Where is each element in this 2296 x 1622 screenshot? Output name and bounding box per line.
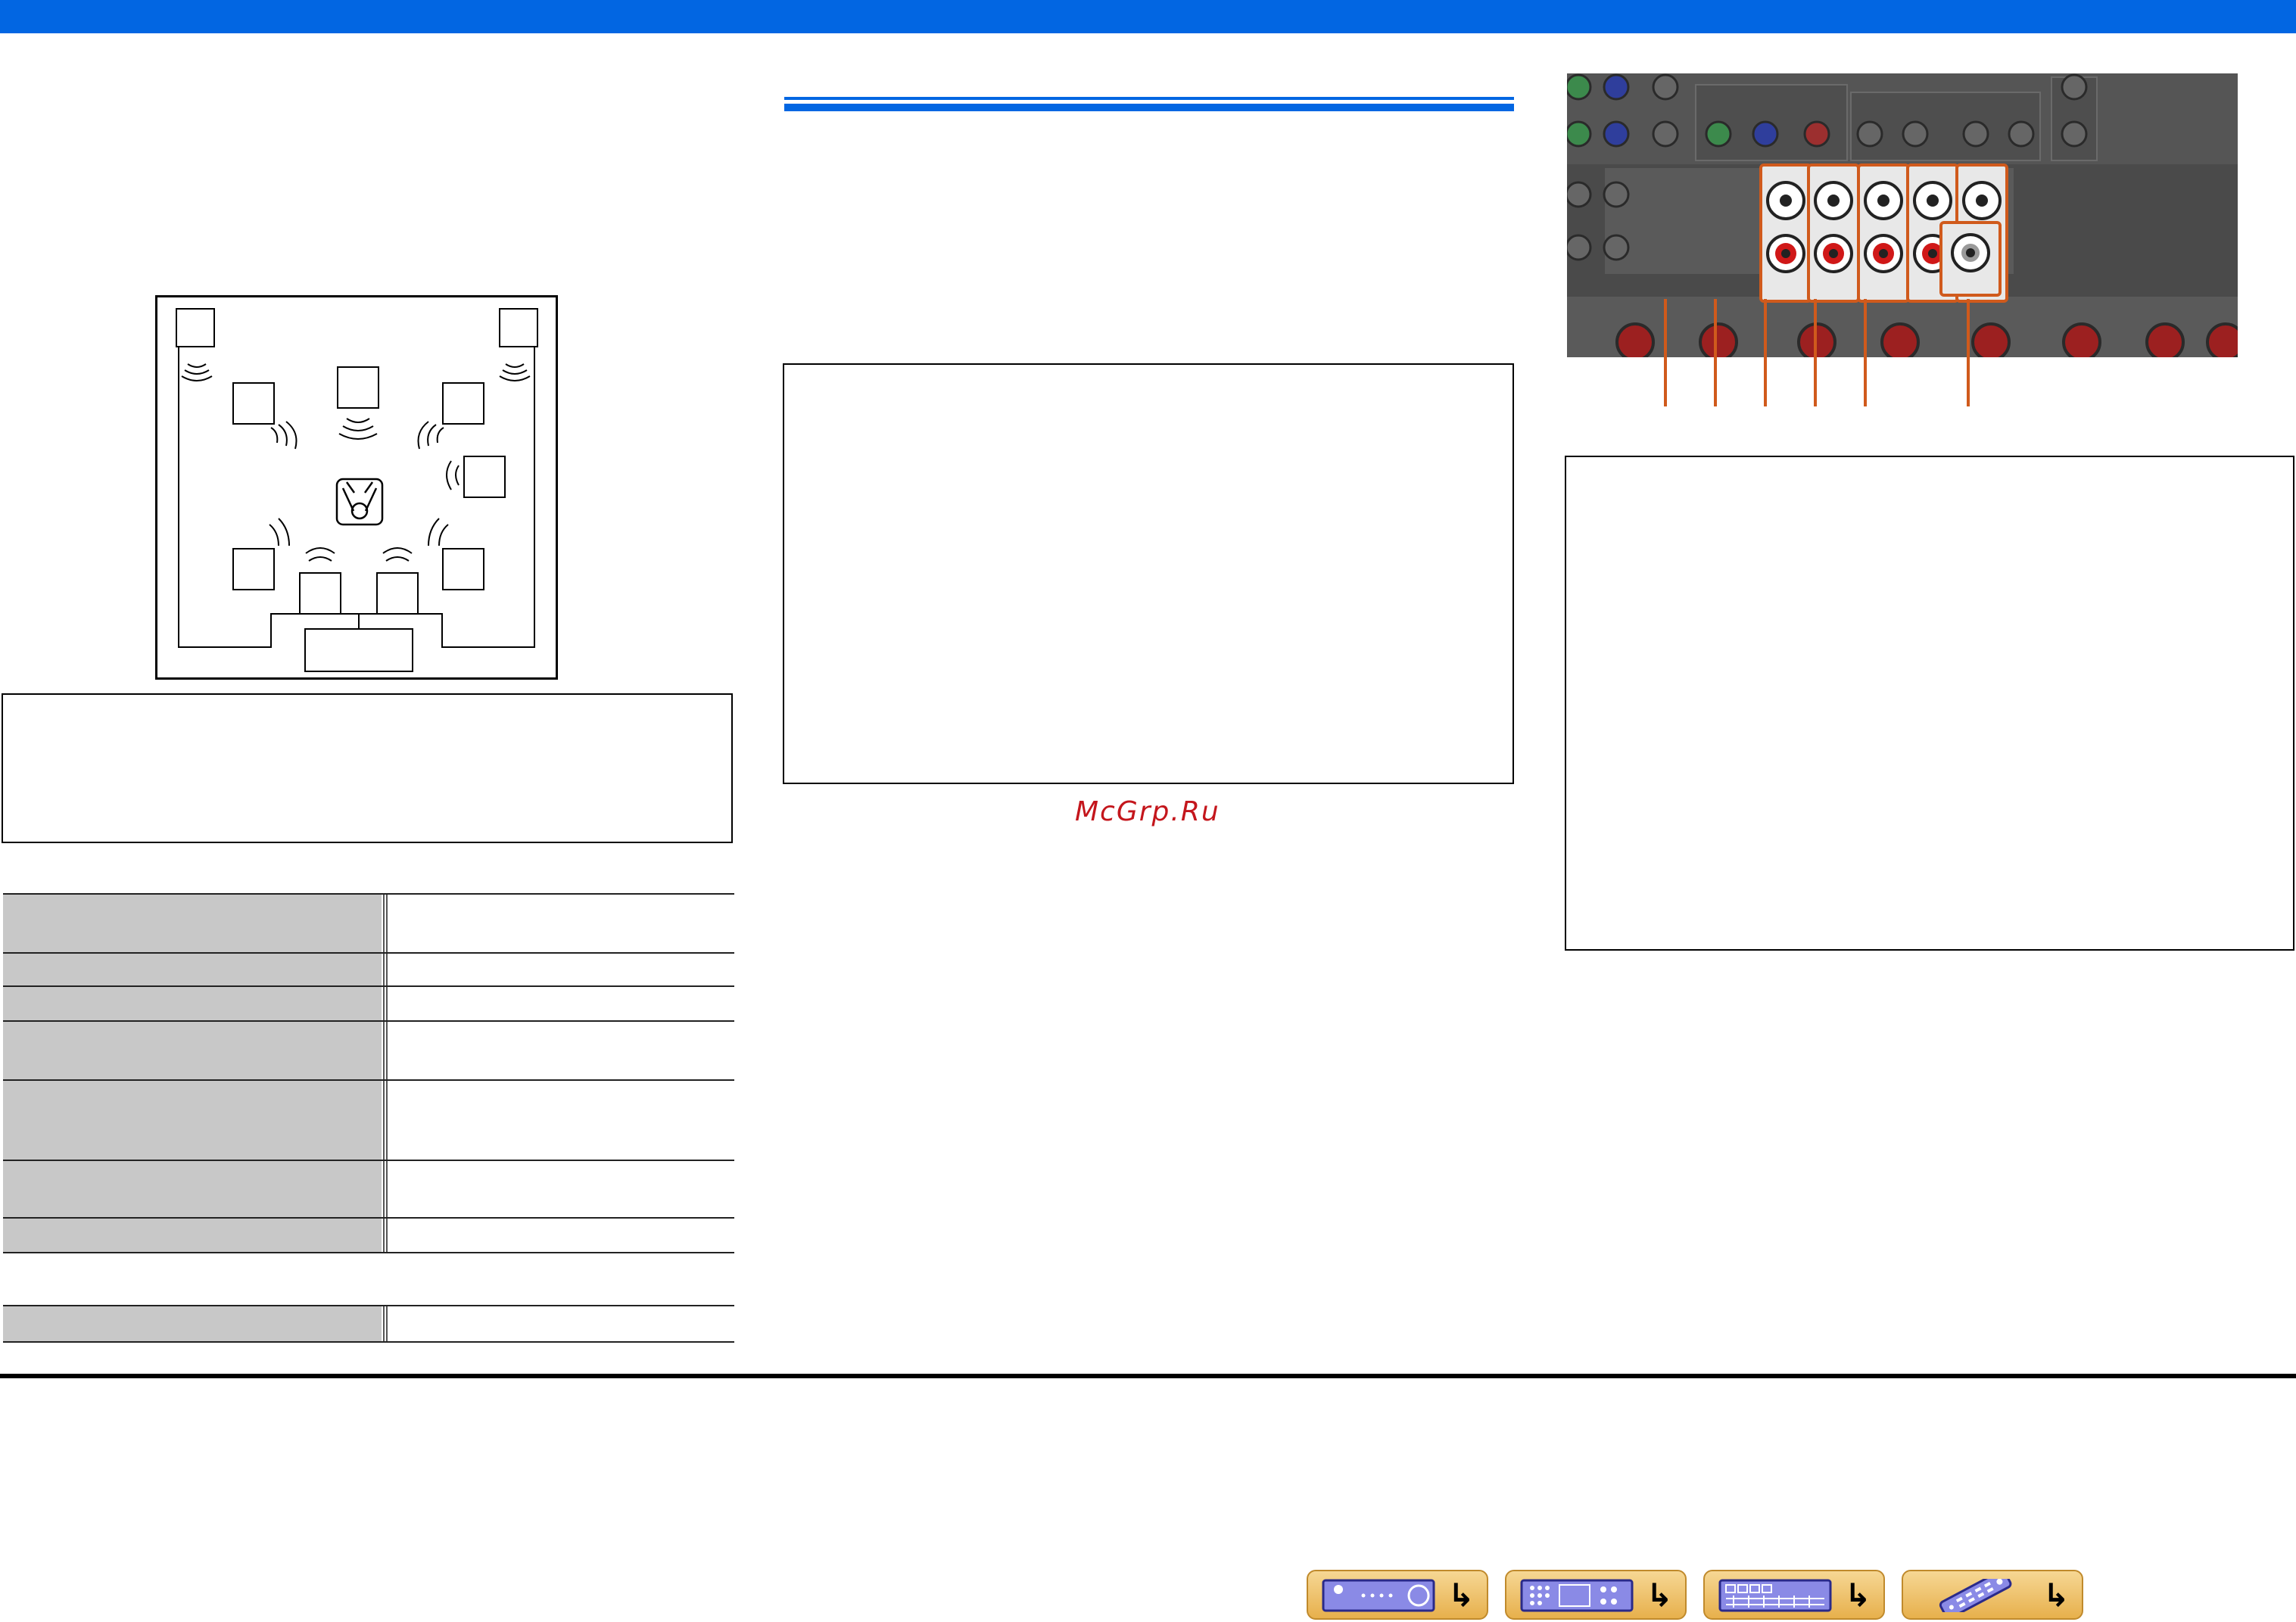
footer-rule <box>0 1374 2296 1378</box>
subwoofer-jack-callout <box>1939 221 2002 297</box>
table-row <box>3 987 734 1020</box>
note-box-right <box>1565 456 2294 951</box>
remote-nav-button[interactable]: ↳ <box>1902 1570 2083 1620</box>
receiver-front-icon <box>1322 1579 1435 1612</box>
speaker-surround-back-right <box>376 572 419 615</box>
header-bar <box>0 0 2296 33</box>
remote-control-icon <box>1939 1579 2012 1612</box>
speaker-surround-right-back <box>442 548 484 590</box>
speaker-front-left <box>232 382 275 425</box>
note-box-left <box>2 693 733 843</box>
display-nav-button[interactable]: ↳ <box>1703 1570 1885 1620</box>
speaker-center <box>337 366 379 409</box>
callout-leader-lines <box>1664 299 1970 406</box>
speaker-front-right <box>442 382 484 425</box>
speaker-surround-right <box>463 456 506 498</box>
watermark-text: McGrp.Ru <box>1075 796 1220 827</box>
speaker-layout-svg <box>176 308 538 672</box>
receiver-rear-icon <box>1520 1579 1634 1612</box>
table-row <box>3 1306 734 1341</box>
speaker-front-presence-left <box>176 308 215 347</box>
nav-arrow-icon: ↳ <box>2042 1577 2070 1614</box>
rear-panel-nav-button[interactable]: ↳ <box>1505 1570 1687 1620</box>
nav-arrow-icon: ↳ <box>1844 1577 1871 1614</box>
table-bottom-rule <box>3 1252 734 1253</box>
speaker-layout-diagram <box>155 295 558 680</box>
table-row <box>3 1161 734 1217</box>
table-row <box>3 954 734 985</box>
table-row <box>3 1081 734 1160</box>
table-row <box>3 1219 734 1252</box>
front-panel-nav-button[interactable]: ↳ <box>1307 1570 1488 1620</box>
nav-arrow-icon: ↳ <box>1447 1577 1475 1614</box>
note-box-middle <box>783 363 1514 784</box>
table2-bottom-rule <box>3 1341 734 1343</box>
speaker-surround-left <box>232 548 275 590</box>
table-row <box>3 895 734 952</box>
speaker-front-presence-right <box>499 308 538 347</box>
table-row <box>3 1022 734 1079</box>
speaker-surround-back-left <box>299 572 341 615</box>
display-icon <box>1718 1579 1832 1612</box>
section-rule-thick <box>784 104 1514 111</box>
section-rule-top <box>784 97 1514 100</box>
nav-arrow-icon: ↳ <box>1646 1577 1673 1614</box>
listener-icon <box>335 478 384 526</box>
